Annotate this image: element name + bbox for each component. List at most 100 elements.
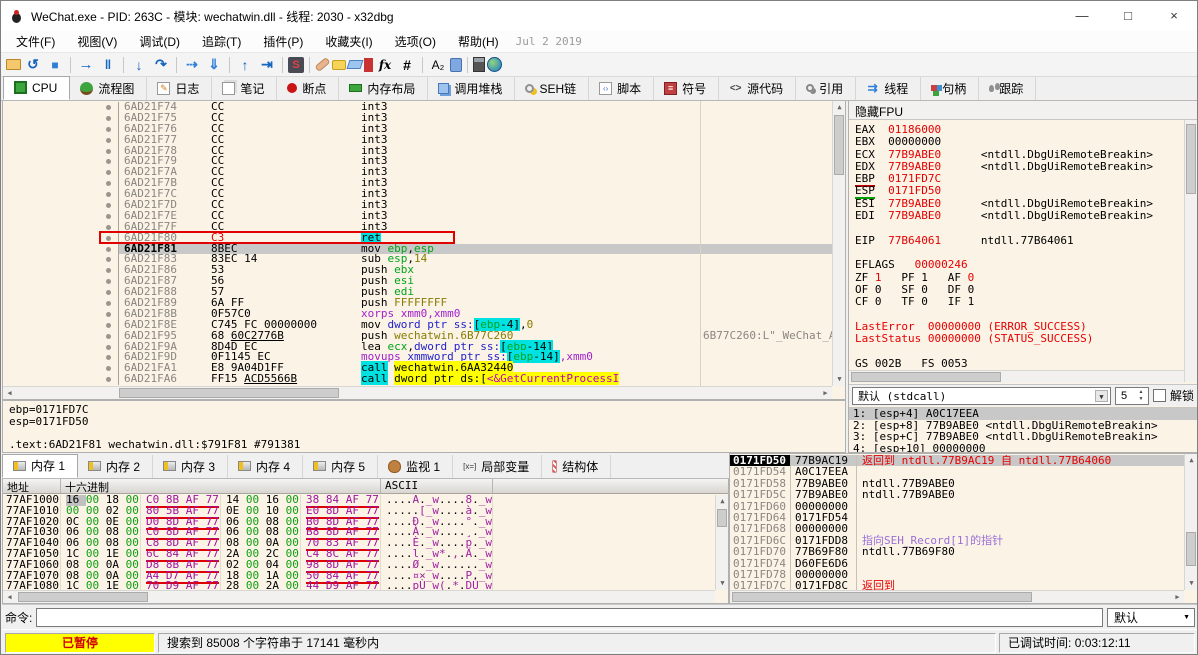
stack-horizontal-scrollbar[interactable]: ▶ — [730, 590, 1184, 603]
breakpoint-dot[interactable] — [101, 363, 119, 374]
argument-list[interactable]: 1: [esp+4] A0C17EEA2: [esp+8] 77B9ABE0 <… — [849, 407, 1197, 452]
breakpoint-dot[interactable] — [101, 342, 119, 353]
register-line[interactable]: GS 002B FS 0053 — [855, 358, 1184, 370]
disassembly-pane[interactable]: 6AD21F74CCint36AD21F75CCint36AD21F76CCin… — [2, 101, 846, 400]
breakpoint-dot[interactable] — [101, 156, 119, 167]
tab-笔记[interactable]: 笔记 — [212, 77, 277, 100]
step-out-icon[interactable] — [235, 56, 255, 74]
breakpoint-dot[interactable] — [101, 287, 119, 298]
tab-源代码[interactable]: 源代码 — [719, 77, 796, 100]
tab-线程[interactable]: 线程 — [856, 77, 921, 100]
breakpoint-dot[interactable] — [101, 320, 119, 331]
menu-item-t[interactable]: 追踪(T) — [191, 33, 252, 51]
tab-流程图[interactable]: 流程图 — [70, 77, 147, 100]
title-bar[interactable]: WeChat.exe - PID: 263C - 模块: wechatwin.d… — [1, 1, 1197, 31]
register-line[interactable]: CF 0 TF 0 IF 1 — [855, 296, 1184, 308]
breakpoint-dot[interactable] — [101, 331, 119, 342]
breakpoint-dot[interactable] — [101, 211, 119, 222]
breakpoint-dot[interactable] — [101, 189, 119, 200]
label-icon[interactable] — [347, 60, 364, 69]
stack-row[interactable]: 0171FD7077B69F80ntdll.77B69F80 — [730, 546, 1184, 557]
tab-调用堆栈[interactable]: 调用堆栈 — [428, 77, 515, 100]
bottom-tab-局部变量[interactable]: 局部变量 — [453, 455, 542, 478]
tab-日志[interactable]: 日志 — [147, 77, 212, 100]
breakpoint-dot[interactable] — [101, 222, 119, 233]
tab-脚本[interactable]: 脚本 — [589, 77, 654, 100]
breakpoint-dot[interactable] — [101, 102, 119, 113]
patch-icon[interactable] — [315, 57, 331, 72]
step-over-icon[interactable] — [151, 56, 171, 74]
memory-row[interactable]: 77AF10801C 00 1E 0070 D9 AF 7728 00 2A 0… — [3, 581, 715, 590]
register-line[interactable]: EDI 77B9ABE0 <ntdll.DbgUiRemoteBreakin> — [855, 210, 1184, 222]
breakpoint-dot[interactable] — [101, 298, 119, 309]
menu-item-v[interactable]: 视图(V) — [66, 33, 128, 51]
run-to-user-icon[interactable] — [257, 56, 277, 74]
breakpoint-dot[interactable] — [101, 374, 119, 385]
stack-row[interactable]: 0171FD7C0171FD8C返回到 — [730, 580, 1184, 590]
breakpoint-dot[interactable] — [101, 167, 119, 178]
bottom-tab-内存-5[interactable]: 内存 5 — [303, 455, 378, 478]
open-file-icon[interactable] — [6, 59, 21, 70]
internet-icon[interactable] — [487, 57, 502, 72]
breakpoint-dot[interactable] — [101, 265, 119, 276]
memory-dump-pane[interactable]: 地址 十六进制 ASCII 77AF100016 00 18 00C0 8B A… — [2, 479, 729, 604]
bottom-tab-内存-1[interactable]: 内存 1 — [2, 454, 78, 478]
breakpoint-dot[interactable] — [101, 233, 119, 244]
breakpoint-dot[interactable] — [101, 146, 119, 157]
memory-horizontal-scrollbar[interactable]: ◀ — [3, 590, 715, 603]
step-into-icon[interactable] — [129, 56, 149, 74]
bottom-tab-内存-4[interactable]: 内存 4 — [228, 455, 303, 478]
register-line[interactable]: LastStatus 00000000 (STATUS_SUCCESS) — [855, 333, 1184, 345]
argument-row[interactable]: 1: [esp+4] A0C17EEA — [849, 408, 1197, 420]
scylla-icon[interactable] — [288, 57, 304, 73]
bottom-tab-内存-2[interactable]: 内存 2 — [78, 455, 153, 478]
bookmark-icon[interactable] — [364, 58, 373, 72]
tab-断点[interactable]: 断点 — [277, 77, 339, 100]
run-icon[interactable] — [76, 56, 96, 74]
calculator-icon[interactable] — [473, 57, 485, 72]
menu-item-o[interactable]: 选项(O) — [384, 33, 447, 51]
memory-vertical-scrollbar[interactable]: ▲▼ — [715, 495, 728, 590]
register-line[interactable]: EIP 77B64061 ntdll.77B64061 — [855, 235, 1184, 247]
maximize-button[interactable]: □ — [1105, 1, 1151, 31]
tab-seh链[interactable]: SEH链 — [515, 77, 589, 100]
restart-icon[interactable] — [23, 56, 43, 74]
breakpoint-dot[interactable] — [101, 178, 119, 189]
menu-item-d[interactable]: 调试(D) — [128, 33, 191, 51]
breakpoint-dot[interactable] — [101, 113, 119, 124]
register-list[interactable]: EAX 01186000EBX 00000000ECX 77B9ABE0 <nt… — [855, 124, 1184, 370]
tab-跟踪[interactable]: 跟踪 — [979, 77, 1036, 100]
bottom-tab-监视-1[interactable]: 监视 1 — [378, 455, 453, 478]
calling-convention-select[interactable]: 默认 (stdcall) ▼ — [852, 387, 1111, 405]
stack-pane[interactable]: 0171FD5077B9AC19返回到 ntdll.77B9AC19 自 ntd… — [729, 453, 1198, 604]
breakpoint-dot[interactable] — [101, 200, 119, 211]
breakpoint-dot[interactable] — [101, 309, 119, 320]
tab-引用[interactable]: 引用 — [796, 77, 856, 100]
stack-row[interactable]: 0171FD5C77B9ABE0ntdll.77B9ABE0 — [730, 489, 1184, 500]
modules-icon[interactable] — [450, 58, 462, 72]
command-input[interactable] — [36, 608, 1103, 627]
unlock-checkbox[interactable] — [1153, 389, 1166, 402]
disasm-row[interactable]: 6AD21FA6FF15 ACD5566Bcall dword ptr ds:[… — [3, 374, 832, 385]
trace-into-icon[interactable] — [204, 56, 224, 74]
breakpoint-dot[interactable] — [101, 244, 119, 255]
command-profile-select[interactable]: 默认 ▼ — [1107, 608, 1195, 627]
argument-row[interactable]: 4: [esp+10] 00000000 — [849, 443, 1197, 453]
pause-icon[interactable] — [98, 56, 118, 74]
argument-row[interactable]: 3: [esp+C] 77B9ABE0 <ntdll.DbgUiRemoteBr… — [849, 431, 1197, 443]
hash-icon[interactable] — [397, 56, 417, 74]
breakpoint-dot[interactable] — [101, 124, 119, 135]
disasm-horizontal-scrollbar[interactable]: ◀▶ — [3, 386, 832, 399]
stack-vertical-scrollbar[interactable]: ▲▼ — [1184, 454, 1197, 590]
function-icon[interactable] — [375, 56, 395, 74]
menu-item-i[interactable]: 收藏夹(I) — [314, 33, 383, 51]
comment-icon[interactable] — [332, 60, 346, 70]
breakpoint-dot[interactable] — [101, 135, 119, 146]
bottom-tab-内存-3[interactable]: 内存 3 — [153, 455, 228, 478]
close-button[interactable]: × — [1151, 1, 1197, 31]
tab-符号[interactable]: 符号 — [654, 77, 719, 100]
strings-icon[interactable] — [428, 56, 448, 74]
registers-vertical-scrollbar[interactable] — [1184, 120, 1197, 382]
breakpoint-dot[interactable] — [101, 254, 119, 265]
menu-item-p[interactable]: 插件(P) — [252, 33, 314, 51]
